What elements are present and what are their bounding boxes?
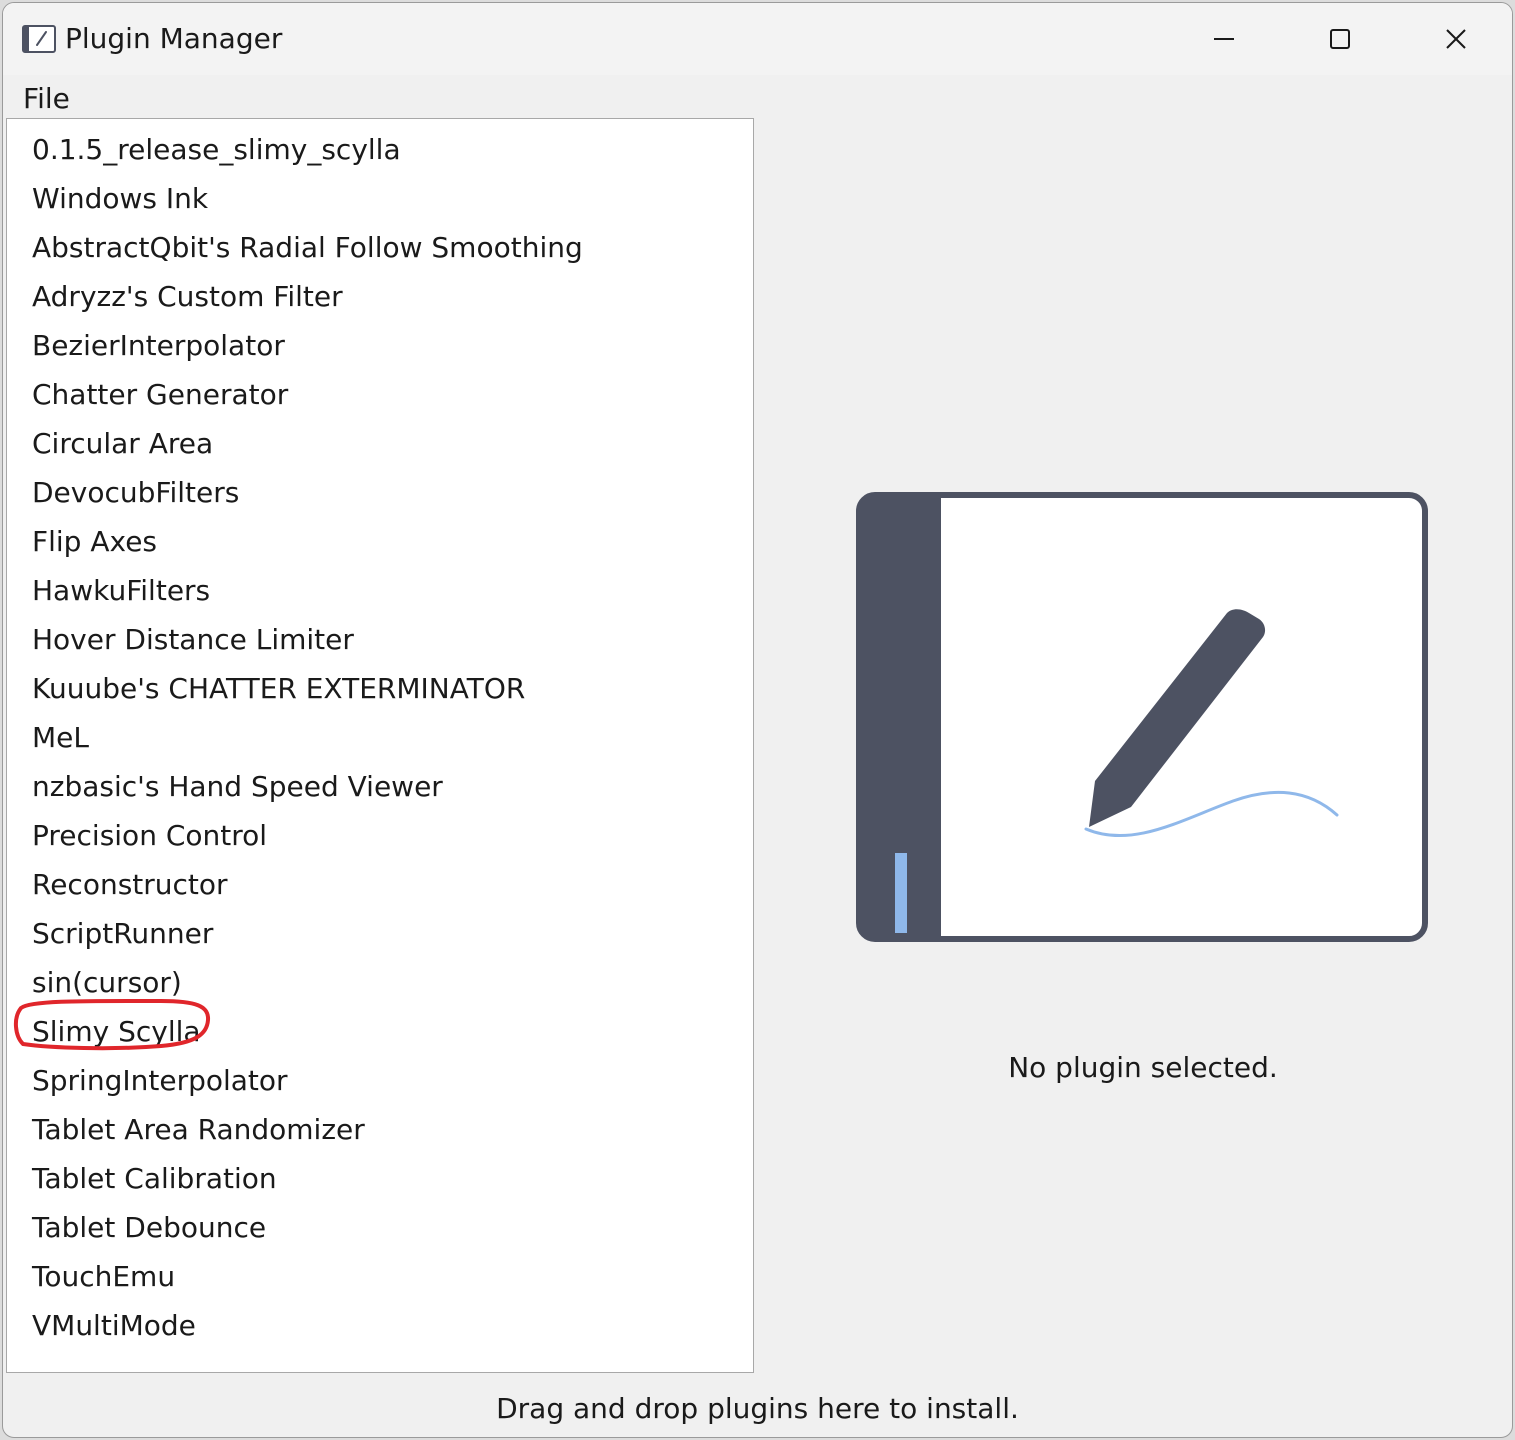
plugin-list-item[interactable]: MeL: [7, 713, 753, 762]
plugin-list-item[interactable]: Windows Ink: [7, 174, 753, 223]
plugin-list-item[interactable]: Tablet Debounce: [7, 1203, 753, 1252]
plugin-list-item[interactable]: Tablet Calibration: [7, 1154, 753, 1203]
menu-bar: File: [3, 75, 1512, 121]
drop-hint-status: Drag and drop plugins here to install.: [496, 1392, 1019, 1425]
no-plugin-message: No plugin selected.: [1008, 1051, 1278, 1084]
tablet-pen-icon: [22, 25, 56, 53]
close-icon: [1446, 29, 1466, 49]
plugin-list-item[interactable]: AbstractQbit's Radial Follow Smoothing: [7, 223, 753, 272]
plugin-list-items: 0.1.5_release_slimy_scylla Windows Ink Abs…: [7, 119, 753, 1350]
plugin-list-item[interactable]: VMultiMode: [7, 1301, 753, 1350]
plugin-list-item[interactable]: Reconstructor: [7, 860, 753, 909]
window-title: Plugin Manager: [65, 22, 283, 55]
plugin-list-item[interactable]: Kuuube's CHATTER EXTERMINATOR: [7, 664, 753, 713]
plugin-list-item[interactable]: DevocubFilters: [7, 468, 753, 517]
plugin-list-item[interactable]: TouchEmu: [7, 1252, 753, 1301]
plugin-list-item[interactable]: Flip Axes: [7, 517, 753, 566]
maximize-icon: [1330, 29, 1350, 49]
tablet-with-pen-illustration: [856, 492, 1428, 942]
plugin-manager-window: Plugin Manager File 0.1.5_release_slimy_…: [2, 2, 1513, 1438]
plugin-list-item[interactable]: 0.1.5_release_slimy_scylla: [7, 125, 753, 174]
plugin-list-item[interactable]: Hover Distance Limiter: [7, 615, 753, 664]
close-button[interactable]: [1398, 3, 1512, 75]
minimize-icon: [1214, 38, 1234, 40]
plugin-list-item[interactable]: nzbasic's Hand Speed Viewer: [7, 762, 753, 811]
plugin-list[interactable]: 0.1.5_release_slimy_scylla Windows Ink Abs…: [6, 118, 754, 1373]
maximize-button[interactable]: [1282, 3, 1398, 75]
plugin-list-item[interactable]: HawkuFilters: [7, 566, 753, 615]
plugin-list-item[interactable]: ScriptRunner: [7, 909, 753, 958]
plugin-list-item[interactable]: BezierInterpolator: [7, 321, 753, 370]
file-menu[interactable]: File: [21, 81, 72, 117]
plugin-list-item[interactable]: Adryzz's Custom Filter: [7, 272, 753, 321]
plugin-list-item[interactable]: Circular Area: [7, 419, 753, 468]
title-bar[interactable]: Plugin Manager: [3, 3, 1512, 75]
plugin-list-item[interactable]: Tablet Area Randomizer: [7, 1105, 753, 1154]
plugin-list-item[interactable]: Precision Control: [7, 811, 753, 860]
plugin-list-item[interactable]: Chatter Generator: [7, 370, 753, 419]
minimize-button[interactable]: [1166, 3, 1282, 75]
plugin-list-item[interactable]: SpringInterpolator: [7, 1056, 753, 1105]
annotation-circle: [14, 998, 210, 1051]
